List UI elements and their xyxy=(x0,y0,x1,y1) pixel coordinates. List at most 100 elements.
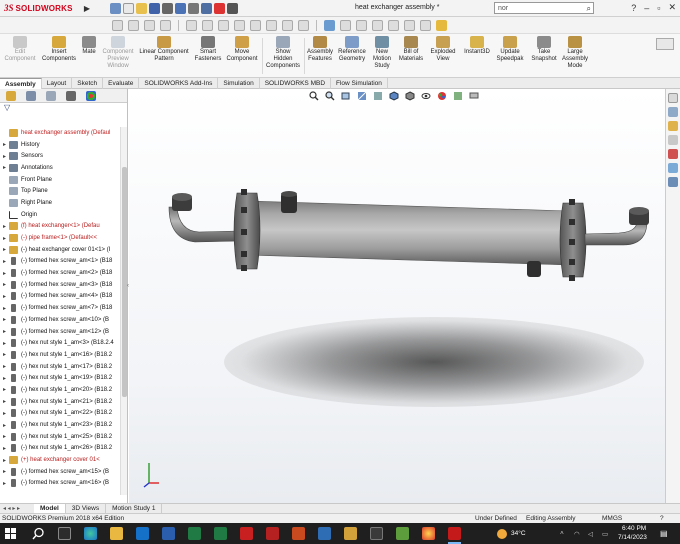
expand-arrow-icon[interactable]: ▸ xyxy=(0,375,9,382)
instant3d-button[interactable]: Instant3D xyxy=(460,36,494,56)
tree-item[interactable]: ▸ (-) hex nut style 1_am<22> (B18.2 xyxy=(0,408,120,420)
tree-item[interactable]: ▸ (-) hex nut style 1_am<17> (B18.2 xyxy=(0,361,120,373)
tree-item[interactable]: ▸ (-) formed hex screw_am<15> (B xyxy=(0,466,120,478)
file-explorer-taskbar-icon[interactable] xyxy=(110,527,123,540)
toolbar-tool-icon[interactable] xyxy=(324,20,335,31)
expand-arrow-icon[interactable]: ▸ xyxy=(0,164,9,171)
outlook-icon[interactable] xyxy=(318,527,331,540)
acrobat-icon[interactable] xyxy=(240,527,253,540)
menu-arrow-icon[interactable]: ▶ xyxy=(82,4,92,13)
file-explorer-icon[interactable] xyxy=(668,121,678,131)
windows-start-icon[interactable] xyxy=(5,528,16,539)
tab-scroll-arrows[interactable]: ◂ ◂ ▸ ▸ xyxy=(0,505,34,512)
tab-layout[interactable]: Layout xyxy=(42,78,73,89)
app-green-icon[interactable] xyxy=(396,527,409,540)
expand-arrow-icon[interactable]: ▸ xyxy=(0,445,9,452)
graphics-viewport[interactable] xyxy=(129,89,665,503)
configuration-tab-icon[interactable] xyxy=(46,90,56,101)
volume-icon[interactable]: ◁ xyxy=(588,530,593,538)
toolbar-tool-icon[interactable] xyxy=(266,20,277,31)
move-component-button[interactable]: Move Component xyxy=(224,36,260,63)
toolbar-tool-icon[interactable] xyxy=(250,20,261,31)
expand-arrow-icon[interactable]: ▸ xyxy=(0,235,9,242)
search-input[interactable]: nor ⌕ xyxy=(494,2,594,14)
options-gear-icon[interactable] xyxy=(227,2,238,14)
solidworks-logo[interactable]: 3S SOLIDWORKS xyxy=(0,0,82,17)
tree-item[interactable]: ▸ (+) heat exchanger cover 01< xyxy=(0,454,120,466)
tree-item[interactable]: ▸ (f) heat exchanger<1> (Defau xyxy=(0,221,120,233)
insert-components-button[interactable]: Insert Components xyxy=(40,36,78,63)
view-palette-icon[interactable] xyxy=(668,135,678,145)
tab-sketch[interactable]: Sketch xyxy=(72,78,104,89)
toolbar-tool-icon[interactable] xyxy=(404,20,415,31)
tree-item[interactable]: ▸ (-) formed hex screw_am<4> (B18 xyxy=(0,291,120,303)
mail-icon[interactable] xyxy=(136,527,149,540)
tree-item[interactable]: Right Plane xyxy=(0,197,120,209)
save-icon[interactable] xyxy=(149,2,160,14)
display-manager-tab-icon[interactable] xyxy=(86,90,96,101)
cmdmgr-options-icon[interactable] xyxy=(656,38,674,50)
excel-second-icon[interactable] xyxy=(214,527,227,540)
toolbar-tool-icon[interactable] xyxy=(128,20,139,31)
toolbar-tool-icon[interactable] xyxy=(234,20,245,31)
show-hidden-button[interactable]: Show Hidden Components xyxy=(263,36,303,70)
tree-item[interactable]: Top Plane xyxy=(0,185,120,197)
edit-component-button[interactable]: Edit Component xyxy=(2,36,38,63)
units-selector[interactable]: MMGS xyxy=(602,515,622,522)
toolbar-tool-icon[interactable] xyxy=(388,20,399,31)
minimize-icon[interactable]: – xyxy=(644,3,649,13)
tab-simulation[interactable]: Simulation xyxy=(218,78,260,89)
expand-arrow-icon[interactable]: ▸ xyxy=(0,246,9,253)
tab-assembly[interactable]: Assembly xyxy=(0,78,42,89)
task-view-icon[interactable] xyxy=(58,527,71,540)
tree-item[interactable]: ▸ (-) formed hex screw_am<12> (B xyxy=(0,326,120,338)
tree-item[interactable]: ▸ (-) hex nut style 1_am<20> (B18.2 xyxy=(0,384,120,396)
tree-item[interactable]: Front Plane xyxy=(0,174,120,186)
appearances-icon[interactable] xyxy=(668,149,678,159)
assembly-features-button[interactable]: Assembly Features xyxy=(304,36,336,63)
toolbar-tool-icon[interactable] xyxy=(356,20,367,31)
app-red-icon[interactable] xyxy=(266,527,279,540)
expand-arrow-icon[interactable]: ▸ xyxy=(0,328,9,335)
new-document-icon[interactable] xyxy=(123,2,134,14)
toolbar-tool-icon[interactable] xyxy=(186,20,197,31)
toolbar-tool-icon[interactable] xyxy=(298,20,309,31)
edge-browser-icon[interactable] xyxy=(84,527,97,540)
feature-tree-tab-icon[interactable] xyxy=(6,90,16,101)
expand-arrow-icon[interactable]: ▸ xyxy=(0,386,9,393)
property-manager-tab-icon[interactable] xyxy=(26,90,36,101)
clock-date[interactable]: 7/14/2023 xyxy=(618,534,647,541)
expand-arrow-icon[interactable]: ▸ xyxy=(0,457,9,464)
expand-arrow-icon[interactable]: ▸ xyxy=(0,363,9,370)
expand-arrow-icon[interactable]: ▸ xyxy=(0,153,9,160)
tree-item[interactable]: ▸ (-) hex nut style 1_am<21> (B18.2 xyxy=(0,396,120,408)
tree-item[interactable]: ▸ (-) hex nut style 1_am<25> (B18.2 xyxy=(0,431,120,443)
tree-item[interactable]: ▸ (-) hex nut style 1_am<16> (B18.2 xyxy=(0,349,120,361)
toolbar-tool-icon[interactable] xyxy=(112,20,123,31)
tree-item[interactable]: ▸ (-) formed hex screw_am<10> (B xyxy=(0,314,120,326)
smart-fasteners-button[interactable]: Smart Fasteners xyxy=(192,36,224,63)
tree-item[interactable]: ▸ (-) formed hex screw_am<3> (B18 xyxy=(0,279,120,291)
network-icon[interactable]: ◠ xyxy=(574,530,580,538)
tree-item[interactable]: Origin xyxy=(0,209,120,221)
custom-properties-icon[interactable] xyxy=(668,163,678,173)
app-yellow-icon[interactable] xyxy=(344,527,357,540)
open-folder-icon[interactable] xyxy=(136,2,147,14)
tree-item[interactable]: ▸ Sensors xyxy=(0,150,120,162)
excel-icon[interactable] xyxy=(188,527,201,540)
tree-item[interactable]: ▸ (-) hex nut style 1_am<26> (B18.2 xyxy=(0,443,120,455)
heat-exchanger-model[interactable] xyxy=(129,89,665,503)
solidworks-taskbar-icon[interactable] xyxy=(448,527,461,540)
tree-item[interactable]: ▸ (-) heat exchanger cover 01<1> (I xyxy=(0,244,120,256)
search-icon[interactable] xyxy=(32,527,45,540)
tab-evaluate[interactable]: Evaluate xyxy=(103,78,140,89)
tab-mbd[interactable]: SOLIDWORKS MBD xyxy=(260,78,332,89)
expand-arrow-icon[interactable]: ▸ xyxy=(0,305,9,312)
tree-item[interactable]: ▸ (-) formed hex screw_am<16> (B xyxy=(0,478,120,490)
tree-item[interactable]: ▸ (-) pipe frame<1> (Default<< xyxy=(0,232,120,244)
tab-3d-views[interactable]: 3D Views xyxy=(66,503,107,514)
tree-item[interactable]: ▸ (-) formed hex screw_am<1> (B18 xyxy=(0,256,120,268)
expand-arrow-icon[interactable]: ▸ xyxy=(0,281,9,288)
home-icon[interactable] xyxy=(110,2,121,14)
battery-icon[interactable]: ▭ xyxy=(602,530,608,538)
